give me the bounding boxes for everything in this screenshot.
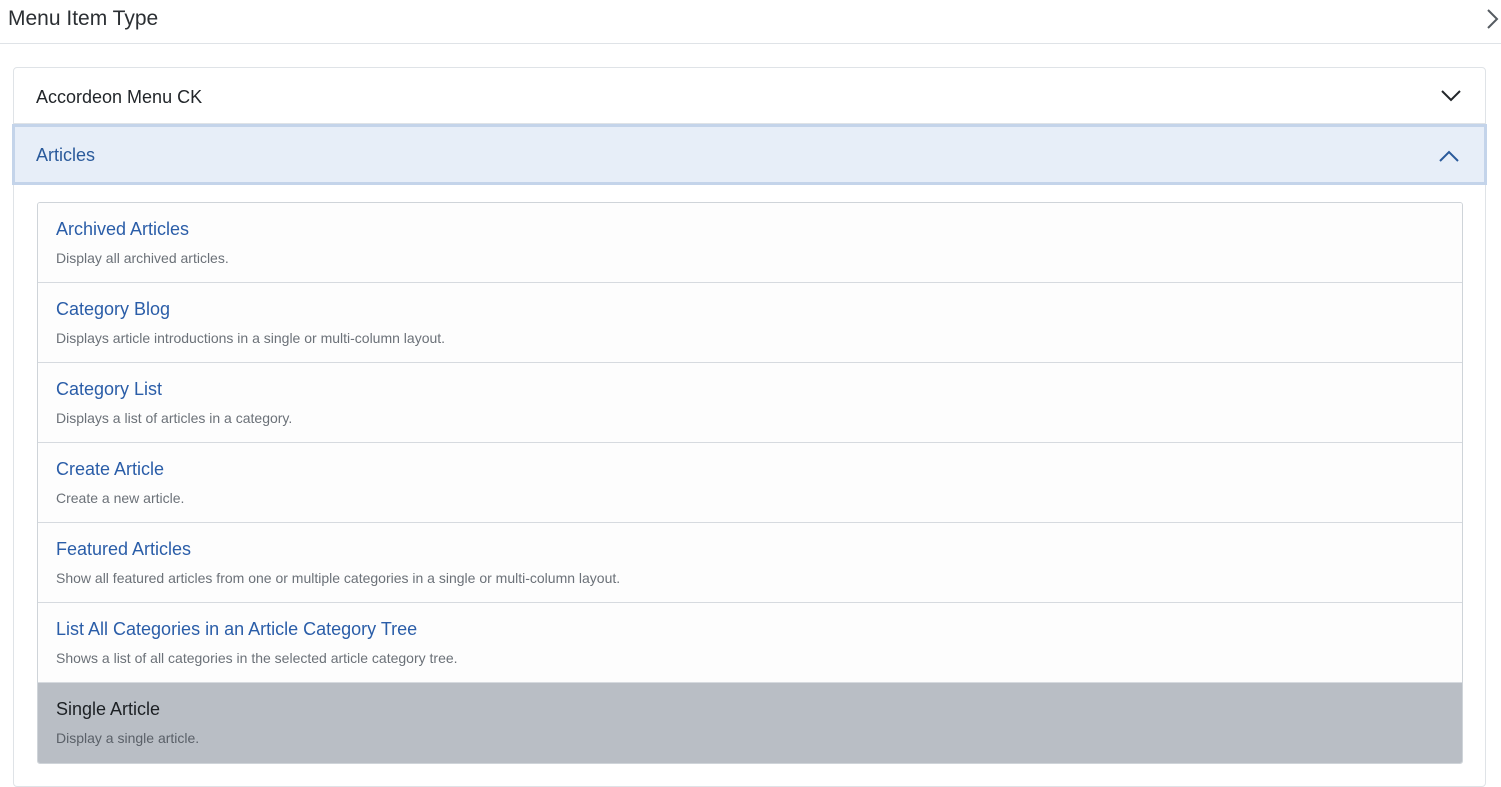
accordion-header-label: Accordeon Menu CK — [36, 87, 203, 107]
list-item-description: Display all archived articles. — [56, 250, 229, 266]
chevron-up-icon — [1439, 150, 1459, 162]
list-item-category-blog[interactable]: Category Blog Displays article introduct… — [38, 283, 1462, 363]
articles-list: Archived Articles Display all archived a… — [37, 202, 1463, 764]
list-item-title[interactable]: List All Categories in an Article Catego… — [56, 618, 417, 640]
list-item-title[interactable]: Single Article — [56, 698, 160, 720]
accordion-header-articles[interactable]: Articles — [12, 124, 1487, 185]
list-item-create-article[interactable]: Create Article Create a new article. — [38, 443, 1462, 523]
list-item-title[interactable]: Featured Articles — [56, 538, 191, 560]
modal-header: Menu Item Type — [0, 0, 1501, 44]
close-button[interactable] — [1485, 8, 1501, 30]
list-item-single-article[interactable]: Single Article Display a single article. — [38, 683, 1462, 763]
list-item-description: Create a new article. — [56, 490, 185, 506]
chevron-right-icon — [1487, 9, 1499, 29]
list-item-description: Display a single article. — [56, 730, 200, 746]
list-item-description: Displays article introductions in a sing… — [56, 330, 446, 346]
list-item-title[interactable]: Create Article — [56, 458, 164, 480]
list-item-title[interactable]: Category List — [56, 378, 162, 400]
list-item-title[interactable]: Category Blog — [56, 298, 170, 320]
list-item-archived-articles[interactable]: Archived Articles Display all archived a… — [38, 203, 1462, 283]
list-item-featured-articles[interactable]: Featured Articles Show all featured arti… — [38, 523, 1462, 603]
list-item-category-tree[interactable]: List All Categories in an Article Catego… — [38, 603, 1462, 683]
list-item-category-list[interactable]: Category List Displays a list of article… — [38, 363, 1462, 443]
chevron-down-icon — [1441, 90, 1461, 102]
accordion-header-accordeon-menu-ck[interactable]: Accordeon Menu CK — [14, 68, 1485, 124]
modal-title: Menu Item Type — [8, 7, 159, 30]
accordion-header-label: Articles — [36, 145, 96, 165]
list-item-description: Displays a list of articles in a categor… — [56, 410, 293, 426]
list-item-description: Show all featured articles from one or m… — [56, 570, 621, 586]
list-item-description: Shows a list of all categories in the se… — [56, 650, 458, 666]
list-item-title[interactable]: Archived Articles — [56, 218, 189, 240]
menu-type-accordion: Accordeon Menu CK Articles Archived Arti… — [12, 67, 1487, 787]
